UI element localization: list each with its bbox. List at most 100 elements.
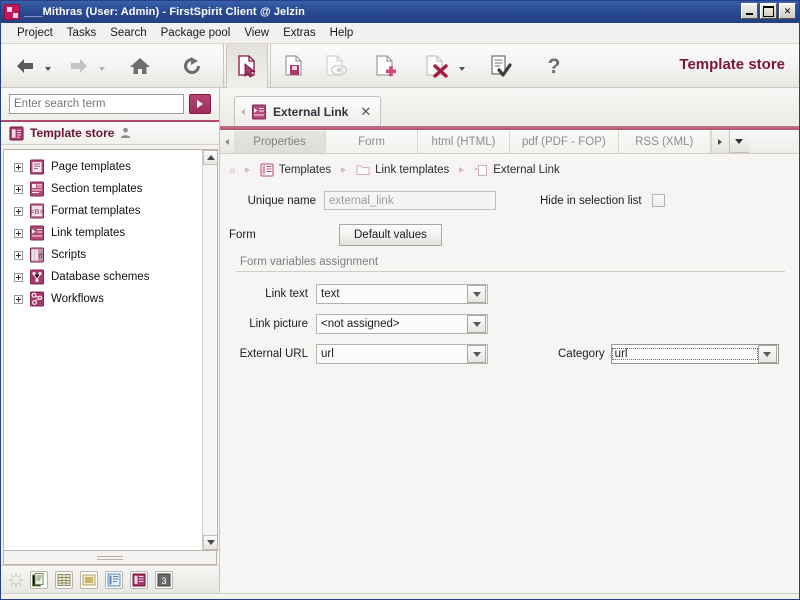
close-icon[interactable]: ✕	[360, 105, 371, 118]
link-text-combo[interactable]: text	[316, 284, 488, 304]
expand-icon[interactable]	[14, 272, 23, 282]
preview-button[interactable]	[315, 46, 357, 86]
tab-pdf[interactable]: pdf (PDF - FOP)	[510, 130, 619, 153]
expand-icon[interactable]	[14, 206, 23, 216]
refresh-icon	[184, 56, 200, 74]
menu-package-pool[interactable]: Package pool	[154, 24, 238, 42]
menu-project[interactable]: Project	[10, 24, 60, 42]
menu-search[interactable]: Search	[103, 24, 153, 42]
menu-help[interactable]: Help	[323, 24, 361, 42]
search-input[interactable]	[9, 94, 184, 114]
play-arrow-icon	[197, 100, 203, 108]
script-icon: ff	[30, 247, 44, 263]
workflow-button[interactable]	[479, 46, 521, 86]
store-header: Template store	[1, 120, 219, 145]
document-tab-external-link[interactable]: External Link ✕	[234, 96, 382, 126]
external-url-combo[interactable]: url	[316, 344, 488, 364]
tree-item-section-templates[interactable]: Section templates	[4, 178, 217, 200]
new-button[interactable]	[365, 46, 407, 86]
tree-item-scripts[interactable]: ff Scripts	[4, 244, 217, 266]
page-plus-icon	[376, 54, 396, 76]
tab-rss[interactable]: RSS (XML)	[618, 130, 711, 153]
store-button-global[interactable]: 3	[155, 570, 173, 589]
save-button[interactable]	[273, 46, 315, 86]
scroll-down-button[interactable]	[203, 535, 217, 550]
tree-item-database-schemes[interactable]: Database schemes	[4, 266, 217, 288]
tree-vertical-scrollbar[interactable]	[202, 150, 217, 550]
store-button-media[interactable]	[80, 570, 98, 589]
chevron-down-icon[interactable]	[467, 345, 486, 363]
back-button[interactable]	[7, 46, 43, 86]
tree-item-link-templates[interactable]: Link templates	[4, 222, 217, 244]
forward-button[interactable]	[61, 46, 97, 86]
tab-properties[interactable]: Properties	[234, 130, 326, 153]
tree-item-workflows[interactable]: Workflows	[4, 288, 217, 310]
category-label: Category	[558, 348, 605, 360]
template-tree[interactable]: Page templates Section templates <B> For…	[3, 149, 218, 551]
menu-view[interactable]: View	[237, 24, 276, 42]
breadcrumb-item-templates[interactable]: Templates	[260, 163, 331, 177]
menu-bar: Project Tasks Search Package pool View E…	[1, 23, 799, 44]
search-submit-button[interactable]	[189, 94, 211, 114]
tree-item-format-templates[interactable]: <B> Format templates	[4, 200, 217, 222]
home-icon	[130, 57, 150, 74]
tree-horizontal-scrollbar[interactable]	[3, 551, 217, 565]
scroll-up-button[interactable]	[203, 150, 217, 165]
edit-button[interactable]	[226, 43, 268, 88]
refresh-button[interactable]	[171, 46, 213, 86]
templates-icon	[260, 163, 274, 177]
subtab-list-button[interactable]	[728, 130, 749, 153]
help-button[interactable]: ?	[533, 46, 575, 86]
tree-item-label: Page templates	[51, 161, 131, 173]
chevron-up-icon	[206, 155, 215, 160]
chevron-down-icon[interactable]	[467, 315, 486, 333]
category-combo[interactable]: url	[610, 344, 779, 364]
form-variables-group: Form variables assignment Link text text…	[236, 256, 785, 364]
store-button-site[interactable]	[105, 570, 123, 589]
expand-icon[interactable]	[14, 162, 23, 172]
delete-dropdown-caret-icon[interactable]	[459, 67, 465, 71]
back-dropdown-caret-icon[interactable]	[45, 67, 51, 71]
hide-in-selection-label: Hide in selection list	[540, 194, 642, 207]
close-button[interactable]: ✕	[779, 3, 796, 19]
toolbar-separator-1	[223, 43, 224, 88]
maximize-button[interactable]	[760, 3, 777, 19]
store-button-data[interactable]	[55, 570, 73, 589]
expand-icon[interactable]	[14, 250, 23, 260]
subtab-scroll-left-button[interactable]	[220, 130, 234, 153]
tab-form[interactable]: Form	[326, 130, 418, 153]
subtab-scroll-right-button[interactable]	[710, 130, 729, 153]
link-picture-combo[interactable]: <not assigned>	[316, 314, 488, 334]
close-icon: ✕	[783, 5, 792, 16]
expand-icon[interactable]	[14, 228, 23, 238]
tree-item-label: Link templates	[51, 227, 126, 239]
breadcrumb-back-button[interactable]: «	[229, 163, 236, 177]
forward-dropdown-caret-icon[interactable]	[99, 67, 105, 71]
link-template-small-icon	[475, 164, 488, 176]
folder-icon	[356, 165, 370, 175]
menu-tasks[interactable]: Tasks	[60, 24, 103, 42]
store-button-template[interactable]	[130, 570, 148, 589]
tab-html[interactable]: html (HTML)	[418, 130, 510, 153]
section-template-icon	[30, 181, 44, 197]
content-store-icon	[32, 572, 44, 586]
chevron-down-icon[interactable]	[757, 345, 777, 363]
format-template-icon: <B>	[30, 203, 44, 219]
unique-name-field[interactable]: external_link	[324, 191, 496, 210]
expand-icon[interactable]	[14, 294, 23, 304]
expand-icon[interactable]	[14, 184, 23, 194]
hide-in-selection-checkbox[interactable]	[651, 194, 665, 207]
content-area: External Link ✕ Properties Form html (HT…	[220, 88, 799, 593]
chevron-down-icon[interactable]	[467, 285, 486, 303]
home-button[interactable]	[119, 46, 161, 86]
default-values-button[interactable]: Default values	[339, 224, 442, 246]
link-text-label: Link text	[265, 288, 308, 300]
menu-extras[interactable]: Extras	[276, 24, 323, 42]
breadcrumb-item-external-link[interactable]: External Link	[474, 164, 560, 177]
store-button-content[interactable]	[30, 570, 48, 589]
delete-button[interactable]	[415, 46, 457, 86]
tree-item-page-templates[interactable]: Page templates	[4, 156, 217, 178]
minimize-button[interactable]	[741, 3, 758, 19]
breadcrumb-item-link-templates[interactable]: Link templates	[356, 164, 449, 176]
breadcrumb: « Templates Link templates External Link	[220, 154, 799, 177]
